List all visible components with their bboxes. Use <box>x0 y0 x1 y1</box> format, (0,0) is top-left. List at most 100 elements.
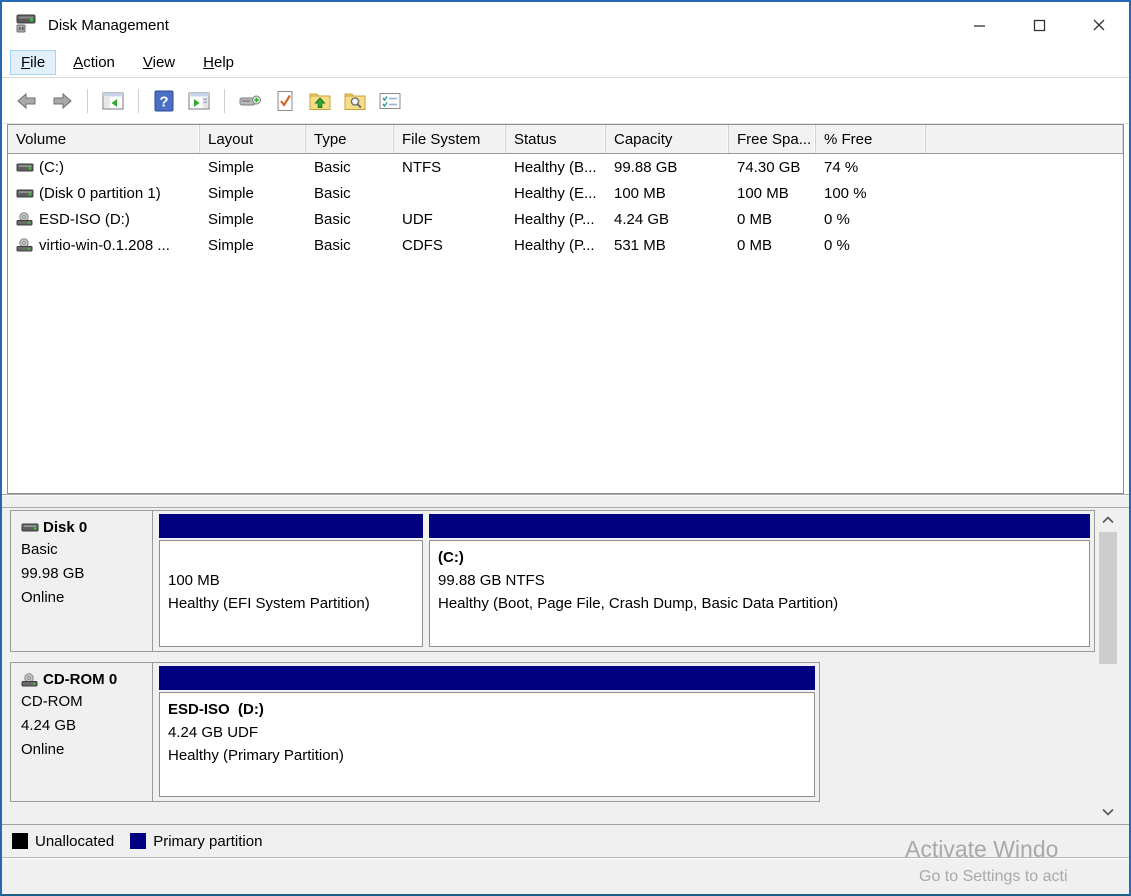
cell-type: Basic <box>306 154 394 180</box>
volume-name: virtio-win-0.1.208 ... <box>39 237 170 254</box>
cell-layout: Simple <box>200 232 306 258</box>
column-header-capacity[interactable]: Capacity <box>606 125 729 153</box>
partition-esd-iso[interactable]: ESD-ISO (D:) 4.24 GB UDF Healthy (Primar… <box>159 666 815 797</box>
cell-layout: Simple <box>200 180 306 206</box>
menu-action[interactable]: Action <box>62 50 126 75</box>
column-header-type[interactable]: Type <box>306 125 394 153</box>
scrollbar-thumb[interactable] <box>1099 532 1117 664</box>
drive-icon <box>21 521 39 534</box>
table-row[interactable]: ESD-ISO (D:) Simple Basic UDF Healthy (P… <box>8 206 1123 232</box>
legend-unallocated: Unallocated <box>12 833 114 850</box>
svg-text:?: ? <box>159 93 168 110</box>
partition-efi[interactable]: 100 MB Healthy (EFI System Partition) <box>159 514 423 647</box>
watermark-line1: Activate Windo <box>905 836 1068 863</box>
cell-capacity: 99.88 GB <box>606 154 729 180</box>
close-icon <box>1092 18 1106 32</box>
partition-status: Healthy (EFI System Partition) <box>168 592 414 615</box>
chevron-up-icon <box>1102 516 1114 524</box>
cell-file-system <box>394 180 506 206</box>
toolbar-separator <box>87 89 88 113</box>
disk-status: Online <box>21 738 146 762</box>
title-bar: Disk Management <box>2 2 1129 48</box>
menu-file[interactable]: File <box>10 50 56 75</box>
legend-label: Primary partition <box>153 833 262 850</box>
partition-c[interactable]: (C:) 99.88 GB NTFS Healthy (Boot, Page F… <box>429 514 1090 647</box>
table-row[interactable]: (C:) Simple Basic NTFS Healthy (B... 99.… <box>8 154 1123 180</box>
minimize-icon <box>973 19 986 32</box>
close-button[interactable] <box>1069 2 1129 48</box>
disk-management-window: Disk Management File Action View Help <box>0 0 1131 896</box>
cell-capacity: 100 MB <box>606 180 729 206</box>
column-header-status[interactable]: Status <box>506 125 606 153</box>
show-console-tree-button[interactable] <box>100 88 126 114</box>
cell-layout: Simple <box>200 154 306 180</box>
cell-type: Basic <box>306 232 394 258</box>
column-header-pct-free[interactable]: % Free <box>816 125 926 153</box>
partition-title: (C:) <box>438 546 1081 569</box>
forward-icon <box>50 91 74 111</box>
maximize-icon <box>1033 19 1046 32</box>
cell-free-space: 0 MB <box>729 232 816 258</box>
cell-status: Healthy (P... <box>506 206 606 232</box>
cell-free-space: 100 MB <box>729 180 816 206</box>
partition-color-strip <box>159 666 815 690</box>
column-header-layout[interactable]: Layout <box>200 125 306 153</box>
check-document-button[interactable] <box>272 88 298 114</box>
volume-name: (C:) <box>39 159 64 176</box>
checklist-button[interactable] <box>377 88 403 114</box>
folder-search-button[interactable] <box>342 88 368 114</box>
cell-capacity: 4.24 GB <box>606 206 729 232</box>
disk-name: CD-ROM 0 <box>43 671 117 688</box>
checklist-icon <box>378 91 402 111</box>
device-add-button[interactable] <box>237 88 263 114</box>
forward-button[interactable] <box>49 88 75 114</box>
legend-label: Unallocated <box>35 833 114 850</box>
cdrom-0-group: CD-ROM 0 CD-ROM 4.24 GB Online ESD-ISO (… <box>10 662 820 802</box>
help-button[interactable]: ? <box>151 88 177 114</box>
maximize-button[interactable] <box>1009 2 1069 48</box>
column-header-free-space[interactable]: Free Spa... <box>729 125 816 153</box>
disk-size: 4.24 GB <box>21 714 146 738</box>
minimize-button[interactable] <box>949 2 1009 48</box>
disk-size: 99.98 GB <box>21 562 146 586</box>
disk-type: Basic <box>21 538 146 562</box>
column-header-volume[interactable]: Volume <box>8 125 200 153</box>
table-row[interactable]: virtio-win-0.1.208 ... Simple Basic CDFS… <box>8 232 1123 258</box>
back-icon <box>15 91 39 111</box>
volume-list: Volume Layout Type File System Status Ca… <box>7 124 1124 494</box>
cell-layout: Simple <box>200 206 306 232</box>
column-header-file-system[interactable]: File System <box>394 125 506 153</box>
show-action-pane-button[interactable] <box>186 88 212 114</box>
menu-view[interactable]: View <box>132 50 186 75</box>
drive-icon <box>16 187 34 200</box>
folder-up-button[interactable] <box>307 88 333 114</box>
disk-0-label[interactable]: Disk 0 Basic 99.98 GB Online <box>11 511 153 651</box>
partition-status: Healthy (Primary Partition) <box>168 744 806 767</box>
primary-partition-swatch <box>130 833 146 849</box>
cell-file-system: NTFS <box>394 154 506 180</box>
cdrom-0-label[interactable]: CD-ROM 0 CD-ROM 4.24 GB Online <box>11 663 153 801</box>
partition-title <box>168 546 414 569</box>
scroll-up-button[interactable] <box>1097 510 1119 530</box>
cell-capacity: 531 MB <box>606 232 729 258</box>
cell-type: Basic <box>306 206 394 232</box>
cell-file-system: UDF <box>394 206 506 232</box>
partition-size: 100 MB <box>168 569 414 592</box>
graphical-view-pane: Disk 0 Basic 99.98 GB Online 100 MB Heal… <box>2 508 1129 824</box>
disk-name: Disk 0 <box>43 519 87 536</box>
scroll-down-button[interactable] <box>1097 802 1119 822</box>
help-icon: ? <box>154 90 174 112</box>
back-button[interactable] <box>14 88 40 114</box>
device-add-icon <box>238 91 262 111</box>
drive-icon <box>16 161 34 174</box>
cell-file-system: CDFS <box>394 232 506 258</box>
vertical-scrollbar[interactable] <box>1097 508 1119 824</box>
cell-pct-free: 0 % <box>816 206 926 232</box>
cell-status: Healthy (E... <box>506 180 606 206</box>
show-console-tree-icon <box>101 91 125 111</box>
pane-splitter[interactable] <box>2 494 1129 508</box>
menu-help[interactable]: Help <box>192 50 245 75</box>
cdrom-icon <box>21 673 39 687</box>
table-row[interactable]: (Disk 0 partition 1) Simple Basic Health… <box>8 180 1123 206</box>
cell-pct-free: 74 % <box>816 154 926 180</box>
